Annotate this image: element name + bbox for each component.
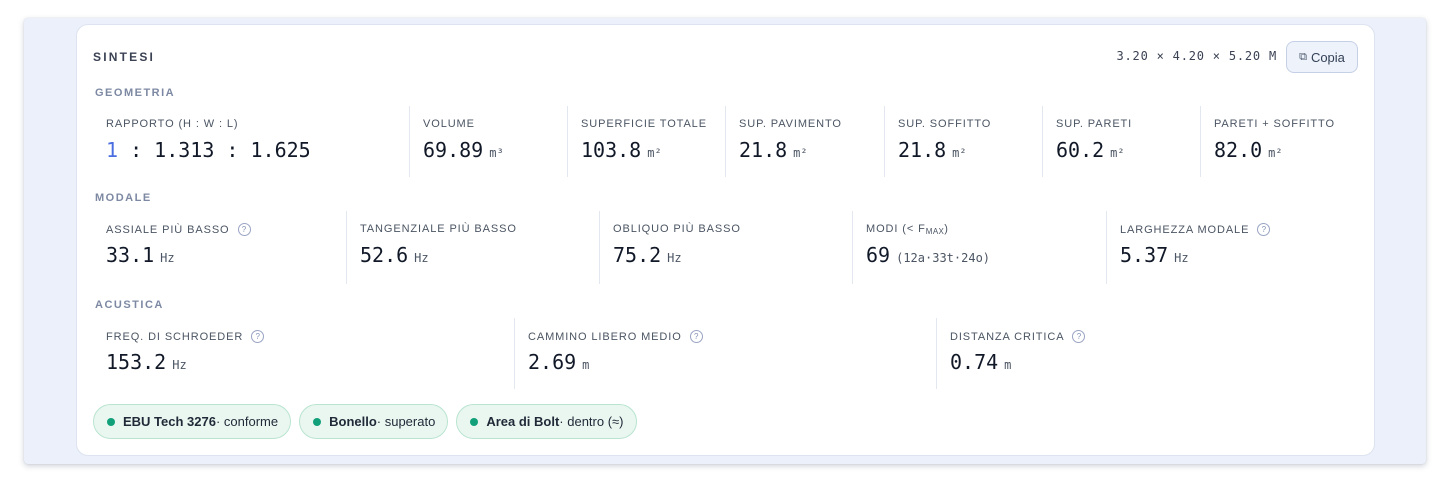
badge-status: · conforme	[215, 414, 279, 429]
compliance-badges: EBU Tech 3276 · conforme Bonello · super…	[93, 404, 637, 439]
room-dimensions: 3.20 × 4.20 × 5.20 M	[1116, 49, 1277, 63]
acustica-row: FREQ. DI SCHROEDER? 153.2 Hz CAMMINO LIBE…	[93, 318, 1358, 389]
copy-button-label: Copia	[1310, 49, 1345, 65]
status-dot-icon	[470, 417, 479, 426]
stat-critical-distance: DISTANZA CRITICA? 0.74 m	[937, 318, 1358, 389]
stat-unit: Hz	[172, 358, 187, 372]
stat-wall-surface: SUP. PARETI 60.2 m²	[1043, 106, 1201, 177]
stat-schroeder-frequency: FREQ. DI SCHROEDER? 153.2 Hz	[93, 318, 515, 389]
stat-label: FREQ. DI SCHROEDER?	[106, 330, 265, 343]
badge-ebu[interactable]: EBU Tech 3276 · conforme	[93, 404, 292, 439]
stat-unit: m³	[489, 146, 504, 160]
card-title: SINTESI	[93, 50, 156, 64]
stat-label: SUP. SOFFITTO	[898, 118, 992, 130]
copy-icon: ⧉	[1299, 50, 1307, 63]
stat-unit: Hz	[414, 251, 429, 265]
stat-label: DISTANZA CRITICA?	[950, 330, 1086, 343]
badge-name: Area di Bolt	[486, 414, 560, 429]
copy-button[interactable]: ⧉ Copia	[1286, 41, 1358, 73]
ratio-first: 1	[106, 138, 119, 162]
stat-unit: Hz	[1174, 251, 1189, 265]
stat-unit: m²	[1110, 146, 1125, 160]
section-geometria-label: GEOMETRIA	[95, 87, 176, 99]
help-icon[interactable]: ?	[237, 223, 251, 236]
stat-unit: m	[1004, 358, 1012, 372]
stat-label: PARETI + SOFFITTO	[1214, 118, 1335, 130]
stat-unit: m²	[1268, 146, 1283, 160]
stat-value: 1 : 1.313 : 1.625	[106, 138, 311, 162]
stat-mean-free-path: CAMMINO LIBERO MEDIO? 2.69 m	[515, 318, 937, 389]
stat-label: SUP. PAVIMENTO	[739, 118, 842, 130]
stat-unit: Hz	[160, 251, 175, 265]
stat-ratio: RAPPORTO (H : W : L) 1 : 1.313 : 1.625	[93, 106, 410, 177]
summary-card: SINTESI 3.20 × 4.20 × 5.20 M ⧉ Copia GEO…	[76, 24, 1375, 456]
stat-unit: Hz	[667, 251, 682, 265]
stat-total-surface: SUPERFICIE TOTALE 103.8 m²	[568, 106, 726, 177]
stat-label: SUPERFICIE TOTALE	[581, 118, 707, 130]
badge-bonello[interactable]: Bonello · superato	[299, 404, 449, 439]
status-dot-icon	[107, 417, 115, 426]
help-icon[interactable]: ?	[1257, 223, 1271, 236]
stat-value: 103.8 m²	[581, 138, 662, 162]
stat-floor-surface: SUP. PAVIMENTO 21.8 m²	[726, 106, 885, 177]
help-icon[interactable]: ?	[1072, 330, 1086, 343]
stat-value: 69 (12a·33t·24o)	[866, 243, 991, 267]
stat-label: SUP. PARETI	[1056, 118, 1133, 130]
status-dot-icon	[313, 417, 322, 426]
badge-name: EBU Tech 3276	[123, 414, 216, 429]
badge-status: · dentro (≈)	[559, 414, 624, 429]
stat-modal-width: LARGHEZZA MODALE? 5.37 Hz	[1107, 211, 1358, 284]
stat-label: OBLIQUO PIÙ BASSO	[613, 223, 741, 235]
stat-unit: (12a·33t·24o)	[896, 251, 991, 265]
stat-value: 33.1 Hz	[106, 243, 175, 267]
geometria-row: RAPPORTO (H : W : L) 1 : 1.313 : 1.625 V…	[93, 106, 1358, 177]
stat-value: 75.2 Hz	[613, 243, 682, 267]
stat-value: 52.6 Hz	[360, 243, 429, 267]
stat-value: 69.89 m³	[423, 138, 504, 162]
help-icon[interactable]: ?	[689, 330, 703, 343]
stat-value: 0.74 m	[950, 350, 1012, 374]
stat-oblique-lowest: OBLIQUO PIÙ BASSO 75.2 Hz	[600, 211, 853, 284]
badge-status: · superato	[376, 414, 436, 429]
stat-label: VOLUME	[423, 118, 475, 130]
stat-value: 5.37 Hz	[1120, 243, 1189, 267]
stat-unit: m²	[952, 146, 967, 160]
stat-volume: VOLUME 69.89 m³	[410, 106, 568, 177]
stat-label: LARGHEZZA MODALE?	[1120, 223, 1271, 236]
stat-unit: m²	[793, 146, 808, 160]
badge-name: Bonello	[329, 414, 377, 429]
stat-walls-ceiling: PARETI + SOFFITTO 82.0 m²	[1201, 106, 1358, 177]
section-modale-label: MODALE	[95, 192, 152, 204]
stat-ceiling-surface: SUP. SOFFITTO 21.8 m²	[885, 106, 1043, 177]
badge-bolt-area[interactable]: Area di Bolt · dentro (≈)	[456, 404, 637, 439]
help-icon[interactable]: ?	[251, 330, 265, 343]
stat-unit: m²	[647, 146, 662, 160]
stat-unit: m	[582, 358, 590, 372]
stat-mode-count: MODI (< F MAX) 69 (12a·33t·24o)	[853, 211, 1107, 284]
stat-value: 21.8 m²	[898, 138, 967, 162]
stat-value: 2.69 m	[528, 350, 590, 374]
stat-label: RAPPORTO (H : W : L)	[106, 118, 239, 130]
stat-label: MODI (< F MAX)	[866, 223, 949, 236]
stat-axial-lowest: ASSIALE PIÙ BASSO? 33.1 Hz	[93, 211, 347, 284]
stat-value: 153.2 Hz	[106, 350, 187, 374]
stat-value: 21.8 m²	[739, 138, 808, 162]
stat-label: TANGENZIALE PIÙ BASSO	[360, 223, 517, 235]
stat-value: 82.0 m²	[1214, 138, 1283, 162]
modale-row: ASSIALE PIÙ BASSO? 33.1 Hz TANGENZIALE PI…	[93, 211, 1358, 284]
ratio-rest: : 1.313 : 1.625	[118, 138, 311, 162]
stat-label: CAMMINO LIBERO MEDIO?	[528, 330, 703, 343]
stat-tangential-lowest: TANGENZIALE PIÙ BASSO 52.6 Hz	[347, 211, 600, 284]
section-acustica-label: ACUSTICA	[95, 299, 164, 311]
stat-label: ASSIALE PIÙ BASSO?	[106, 223, 251, 236]
stat-value: 60.2 m²	[1056, 138, 1125, 162]
